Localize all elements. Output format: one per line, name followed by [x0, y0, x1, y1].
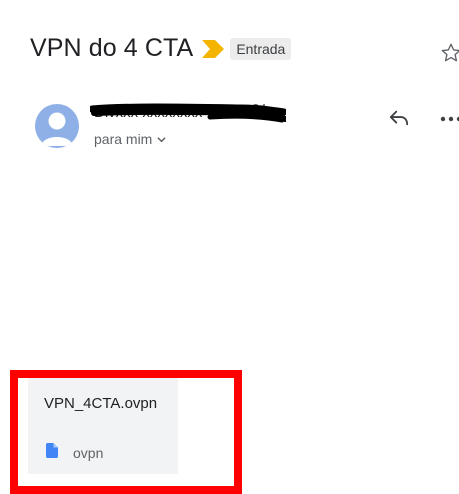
redaction-scribble [90, 103, 286, 123]
importance-marker-icon[interactable] [202, 39, 225, 58]
chevron-down-icon [157, 136, 166, 142]
sender-avatar[interactable] [35, 104, 79, 148]
attachment-type: ovpn [73, 445, 104, 461]
star-icon[interactable] [440, 42, 459, 64]
email-subject: VPN do 4 CTA [30, 34, 194, 62]
subject-row: VPN do 4 CTA Entrada [30, 34, 292, 63]
avatar-icon [41, 112, 73, 146]
attachment-filename: VPN_4CTA.ovpn [44, 395, 158, 412]
reply-icon[interactable] [388, 108, 410, 128]
attachment-card[interactable]: VPN_4CTA.ovpn ovpn [28, 378, 178, 474]
recipient-toggle[interactable]: para mim [94, 131, 166, 147]
inbox-label-chip[interactable]: Entrada [230, 37, 292, 60]
more-icon[interactable] [440, 116, 459, 122]
recipient-text: para mim [94, 131, 153, 147]
file-icon [46, 443, 58, 458]
